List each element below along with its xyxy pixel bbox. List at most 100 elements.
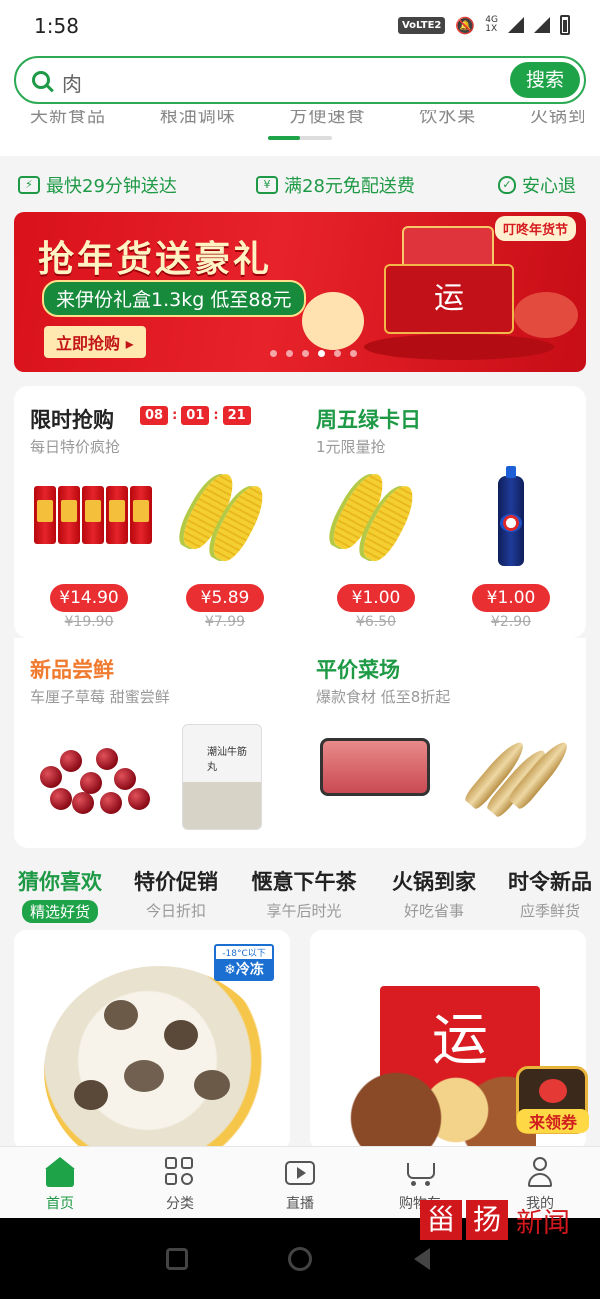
nav-home[interactable]: 首页 [20, 1157, 100, 1213]
watermark-text: 新闻 [516, 1207, 570, 1239]
cherry-image [60, 750, 82, 772]
home-button[interactable] [288, 1247, 312, 1271]
carousel-dot [350, 350, 357, 357]
decoration-image [514, 292, 578, 338]
promo-banner[interactable]: 抢年货送豪礼 来伊份礼盒1.3kg 低至88元 立即抢购 ▸ 叮咚年货节 运 [14, 212, 586, 372]
feed-item-snails[interactable]: -18°C以下 ❄冷冻 [14, 930, 290, 1150]
meatball-bag-label: 潮汕牛筋丸 [207, 747, 247, 773]
tab-afternoon-tea[interactable]: 惬意下午茶 享午后时光 [232, 866, 376, 921]
battery-icon [560, 15, 570, 35]
original-price: ¥19.90 [64, 614, 114, 630]
news-watermark: 甾 扬 新闻 [420, 1200, 570, 1240]
banner-title: 抢年货送豪礼 [38, 239, 273, 280]
banner-subtitle: 来伊份礼盒1.3kg 低至88元 [42, 280, 306, 317]
cherry-image [96, 748, 118, 770]
tab-promotions[interactable]: 特价促销 今日折扣 [116, 866, 236, 921]
snacks-image [336, 1070, 536, 1150]
status-icons: VoLTE2 🔕 4G 1X [397, 15, 570, 35]
carousel-dot [334, 350, 341, 357]
status-time: 1:58 [34, 14, 79, 38]
original-price: ¥7.99 [204, 614, 246, 630]
pepsi-bottle-image [498, 466, 524, 566]
price-tag: ¥1.00 [337, 584, 415, 612]
tab-seasonal[interactable]: 时令新品 应季鲜货 [490, 866, 600, 921]
status-bar: 1:58 VoLTE2 🔕 4G 1X [0, 0, 600, 52]
banner-carousel-dots [270, 350, 357, 357]
signal-icon [508, 17, 524, 33]
cherry-image [40, 766, 62, 788]
countdown-timer: 08: 01: 21 [140, 406, 251, 425]
gift-box-large: 运 [384, 264, 514, 334]
category-item[interactable]: 饮水果 [419, 110, 476, 127]
search-bar[interactable]: 肉 搜索 [14, 56, 586, 104]
flash-sale-title[interactable]: 限时抢购 [30, 404, 114, 434]
meat-tray-image[interactable] [320, 738, 430, 796]
category-item[interactable]: 天新食品 [30, 110, 106, 127]
can-image [82, 486, 104, 544]
price-tag: ¥1.00 [472, 584, 550, 612]
green-card-subtitle: 1元限量抢 [316, 438, 386, 456]
carousel-dot [302, 350, 309, 357]
carousel-dot [270, 350, 277, 357]
timer-hours: 08 [140, 406, 169, 425]
cherry-image [128, 788, 150, 810]
delivery-icon: ⚡ [18, 176, 40, 194]
live-icon [285, 1157, 315, 1187]
coupon-mascot-icon [539, 1079, 567, 1103]
cherry-image [100, 792, 122, 814]
timer-minutes: 01 [181, 406, 210, 425]
category-icon [165, 1157, 195, 1187]
snail-image [164, 1020, 198, 1050]
category-item[interactable]: 粮油调味 [160, 110, 236, 127]
tab-recommended[interactable]: 猜你喜欢 精选好货 [0, 866, 120, 923]
original-price: ¥6.50 [355, 614, 397, 630]
snail-image [74, 1080, 108, 1110]
promise-fast-delivery: ⚡ 最快29分钟送达 [18, 172, 177, 198]
carousel-dot [286, 350, 293, 357]
service-promises: ⚡ 最快29分钟送达 ¥ 满28元免配送费 ✓ 安心退 [0, 166, 600, 204]
fresh-card: 新品尝鲜 车厘子草莓 甜蜜尝鲜 平价菜场 爆款食材 低至8折起 潮汕牛筋丸 [14, 638, 586, 848]
snail-image [194, 1070, 230, 1100]
cherry-image [114, 768, 136, 790]
can-image [34, 486, 56, 544]
green-card-title[interactable]: 周五绿卡日 [316, 404, 421, 434]
meatball-bag-image[interactable]: 潮汕牛筋丸 [182, 724, 262, 830]
coupon-floating-button[interactable]: 来领券 [516, 1066, 589, 1134]
back-button[interactable] [414, 1248, 430, 1270]
price-tag: ¥14.90 [50, 584, 128, 612]
veg-market-title[interactable]: 平价菜场 [316, 654, 400, 684]
cherry-image [80, 772, 102, 794]
deals-card: 限时抢购 08: 01: 21 每日特价疯抢 周五绿卡日 1元限量抢 ¥14.9… [14, 386, 586, 638]
coupon-label: 来领券 [517, 1109, 589, 1133]
yen-icon: ¥ [256, 176, 278, 194]
snail-image [124, 1060, 164, 1092]
can-image [130, 486, 152, 544]
category-strip[interactable]: 天新食品 粮油调味 方便速食 饮水果 火锅到家 [16, 110, 584, 150]
nav-live[interactable]: 直播 [260, 1157, 340, 1213]
search-icon [32, 71, 50, 89]
recent-apps-button[interactable] [166, 1248, 188, 1270]
tab-hotpot[interactable]: 火锅到家 好吃省事 [374, 866, 494, 921]
new-items-title[interactable]: 新品尝鲜 [30, 654, 114, 684]
category-item[interactable]: 火锅到家 [530, 110, 584, 127]
timer-seconds: 21 [222, 406, 251, 425]
cherry-image [72, 792, 94, 814]
profile-icon [525, 1157, 555, 1187]
mute-icon: 🔕 [455, 15, 476, 35]
network-type-label: 4G 1X [485, 15, 498, 34]
nav-category[interactable]: 分类 [140, 1157, 220, 1213]
original-price: ¥2.90 [490, 614, 532, 630]
podium-image [364, 334, 554, 360]
search-button[interactable]: 搜索 [510, 62, 580, 98]
carousel-dot-active [318, 350, 325, 357]
new-items-subtitle: 车厘子草莓 甜蜜尝鲜 [30, 688, 170, 706]
banner-buy-button[interactable]: 立即抢购 ▸ [44, 326, 146, 358]
promise-free-shipping: ¥ 满28元免配送费 [256, 172, 415, 198]
shield-check-icon: ✓ [498, 176, 516, 194]
banner-festival-tag: 叮咚年货节 [494, 216, 576, 241]
veg-market-subtitle: 爆款食材 低至8折起 [316, 688, 451, 706]
flash-sale-subtitle: 每日特价疯抢 [30, 438, 121, 456]
promise-safe-return: ✓ 安心退 [498, 172, 576, 198]
search-input[interactable]: 肉 [62, 68, 82, 97]
category-item[interactable]: 方便速食 [289, 110, 365, 127]
